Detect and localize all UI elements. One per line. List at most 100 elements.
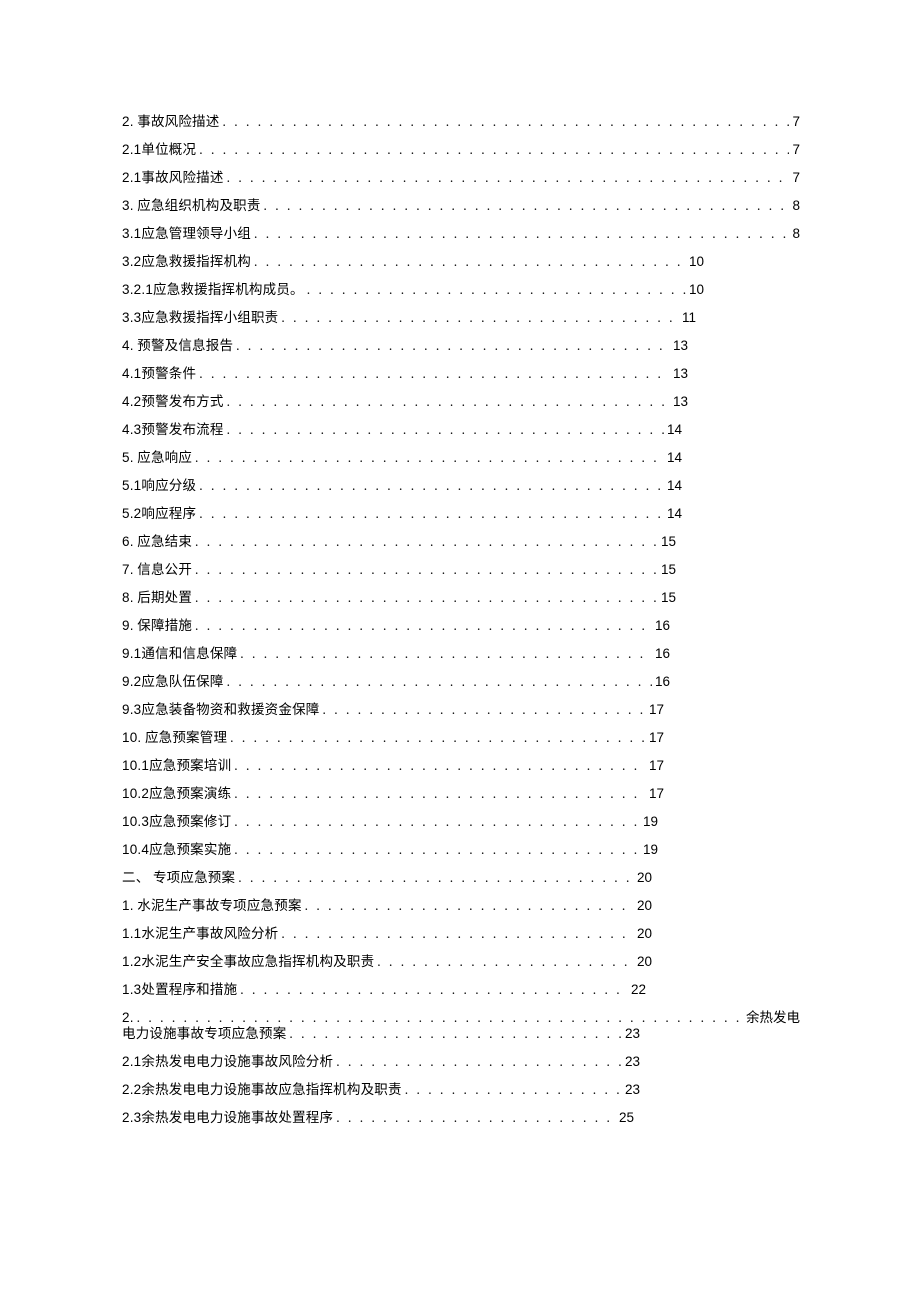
toc-label: 电力设施事故专项应急预案: [122, 1027, 286, 1041]
toc-label: 5.1响应分级: [122, 479, 196, 493]
toc-dots: [377, 955, 634, 969]
toc-dots: [227, 395, 670, 409]
toc-label: 9.2应急队伍保障: [122, 675, 224, 689]
toc-page-number: 20: [637, 899, 652, 913]
toc-label: 2.2余热发电电力设施事故应急指挥机构及职责: [122, 1083, 402, 1097]
toc-page-number: 13: [673, 367, 688, 381]
toc-page-number: 17: [649, 759, 664, 773]
toc-page-number: 17: [649, 703, 664, 717]
toc-page-number: 17: [649, 787, 664, 801]
toc-entry: 9.2应急队伍保障 16: [122, 675, 800, 689]
toc-dots: [281, 927, 634, 941]
toc-entry: 3. 应急组织机构及职责 8: [122, 199, 800, 213]
toc-entry: 2.1单位概况7: [122, 143, 800, 157]
toc-page-number: 14: [667, 423, 682, 437]
toc-label: 4.2预警发布方式: [122, 395, 224, 409]
toc-label: 10.4应急预案实施: [122, 843, 231, 857]
toc-page-number: 11: [682, 311, 696, 325]
toc-label: 2.3余热发电电力设施事故处置程序: [122, 1111, 333, 1125]
toc-label: 4.1预警条件: [122, 367, 196, 381]
toc-label: 8. 后期处置: [122, 591, 192, 605]
toc-entry: 7. 信息公开15: [122, 563, 800, 577]
toc-entry: 9.1通信和信息保障16: [122, 647, 800, 661]
toc-label: 3.2应急救援指挥机构: [122, 255, 251, 269]
toc-dots: [234, 815, 640, 829]
toc-dots: [240, 983, 628, 997]
toc-label: 3.3应急救援指挥小组职责: [122, 311, 278, 325]
toc-page-number: 17: [649, 731, 664, 745]
toc-entry: 4.3预警发布流程14: [122, 423, 800, 437]
toc-label: 10. 应急预案管理: [122, 731, 227, 745]
toc-page-number: 10: [689, 255, 704, 269]
toc-dots: [137, 1011, 743, 1025]
toc-dots: [230, 731, 646, 745]
toc-entry: 5. 应急响应 14: [122, 451, 800, 465]
toc-page-number: 14: [667, 451, 682, 465]
toc-label: 1.2水泥生产安全事故应急指挥机构及职责: [122, 955, 374, 969]
toc-page-number: 8: [792, 199, 800, 213]
toc-entry: 1. 水泥生产事故专项应急预案 20: [122, 899, 800, 913]
toc-dots: [227, 171, 790, 185]
toc-label: 2.1单位概况: [122, 143, 196, 157]
toc-dots: [227, 675, 652, 689]
toc-dots: [264, 199, 790, 213]
toc-dots: [222, 115, 789, 129]
toc-dots: [199, 143, 789, 157]
toc-label: 10.1应急预案培训: [122, 759, 231, 773]
toc-entry: 1.2水泥生产安全事故应急指挥机构及职责 20: [122, 955, 800, 969]
toc-page-number: 23: [625, 1055, 640, 1069]
toc-dots: [234, 759, 646, 773]
toc-entry: 1.3处置程序和措施22: [122, 983, 800, 997]
toc-dots: [234, 843, 640, 857]
toc-label: 1. 水泥生产事故专项应急预案: [122, 899, 302, 913]
table-of-contents: 2. 事故风险描述 7 2.1单位概况7 2.1事故风险描述 7 3. 应急组织机构及职责…: [122, 115, 800, 1124]
toc-label: 1.1水泥生产事故风险分析: [122, 927, 278, 941]
toc-label: 1.3处置程序和措施: [122, 983, 237, 997]
toc-label: 5. 应急响应: [122, 451, 192, 465]
toc-dots: [195, 451, 664, 465]
toc-entry-wrapped: 2. 余热发电: [122, 1011, 800, 1025]
toc-label: 10.2应急预案演练: [122, 787, 231, 801]
toc-entry: 10.2应急预案演练 17: [122, 787, 800, 801]
toc-label: 3.2.1应急救援指挥机构成员。: [122, 283, 304, 297]
toc-page-number: 7: [792, 115, 800, 129]
toc-dots: [336, 1111, 616, 1125]
toc-entry: 9. 保障措施16: [122, 619, 800, 633]
toc-page-number: 14: [667, 507, 682, 521]
toc-dots: [254, 255, 686, 269]
toc-entry: 10.4应急预案实施19: [122, 843, 800, 857]
toc-page-number: 20: [637, 927, 652, 941]
toc-entry: 10. 应急预案管理 17: [122, 731, 800, 745]
toc-dots: [199, 367, 670, 381]
toc-page-number: 7: [792, 171, 800, 185]
toc-wrap-tail: 余热发电: [746, 1011, 800, 1025]
toc-page-number: 16: [655, 647, 670, 661]
toc-label: 7. 信息公开: [122, 563, 192, 577]
toc-page-number: 23: [625, 1083, 640, 1097]
toc-label: 9.3应急装备物资和救援资金保障: [122, 703, 319, 717]
toc-dots: [195, 563, 658, 577]
toc-dots: [195, 619, 652, 633]
toc-entry: 10.3应急预案修订19: [122, 815, 800, 829]
toc-page-number: 16: [655, 675, 670, 689]
toc-dots: [195, 535, 658, 549]
toc-dots: [236, 339, 670, 353]
toc-page-number: 25: [619, 1111, 634, 1125]
toc-label: 2.1事故风险描述: [122, 171, 224, 185]
toc-dots: [199, 479, 664, 493]
toc-page-number: 14: [667, 479, 682, 493]
toc-entry: 4.2预警发布方式 13: [122, 395, 800, 409]
toc-entry: 2.1余热发电电力设施事故风险分析23: [122, 1055, 800, 1069]
toc-page-number: 13: [673, 395, 688, 409]
toc-label: 5.2响应程序: [122, 507, 196, 521]
toc-label: 2. 事故风险描述: [122, 115, 219, 129]
toc-entry: 6. 应急结束15: [122, 535, 800, 549]
toc-label: 9. 保障措施: [122, 619, 192, 633]
toc-dots: [305, 899, 634, 913]
toc-entry: 1.1水泥生产事故风险分析 20: [122, 927, 800, 941]
toc-page-number: 23: [625, 1027, 640, 1041]
toc-entry: 10.1应急预案培训 17: [122, 759, 800, 773]
toc-label: 3. 应急组织机构及职责: [122, 199, 261, 213]
toc-label: 2.: [122, 1011, 134, 1025]
toc-page-number: 20: [637, 955, 652, 969]
